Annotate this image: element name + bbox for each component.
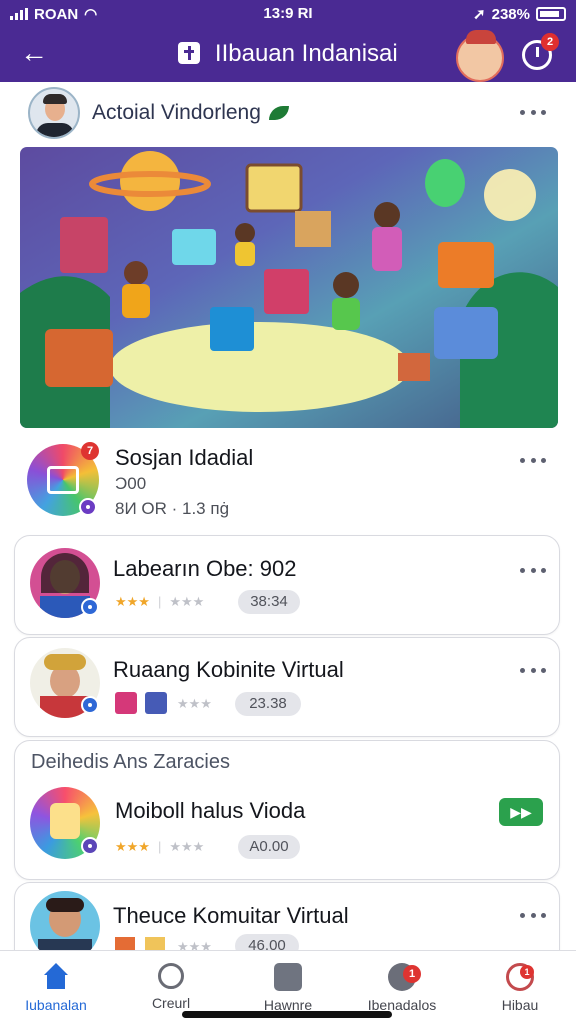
more-options-icon[interactable] (520, 566, 546, 574)
author-name[interactable]: Actoial Vindorleng (92, 101, 289, 125)
play-button[interactable]: ▶▶ (499, 798, 543, 826)
verified-icon (81, 598, 99, 616)
profile-badge: 1 (520, 965, 534, 979)
more-options-icon[interactable] (520, 456, 546, 464)
item-title: Sosjan Idadial (115, 445, 254, 470)
post-header: Actoial Vindorleng (0, 82, 576, 142)
tab-label: Hibau (501, 997, 539, 1013)
menu-icon (81, 837, 99, 855)
rating-stars: ★★★ | ★★★ (115, 839, 205, 854)
author-avatar[interactable] (28, 87, 80, 139)
battery-icon (536, 7, 566, 21)
puzzle-icon (274, 963, 302, 991)
tab-label: Iubanalan (25, 997, 87, 1013)
status-right: ➚ 238% (473, 5, 566, 23)
tab-home[interactable]: Iubanalan (8, 963, 104, 1013)
home-icon (42, 963, 70, 991)
page-title: IIbauan Indanisai (214, 40, 398, 67)
tab-games[interactable]: Hawnre (240, 963, 336, 1013)
more-options-icon[interactable] (520, 911, 546, 919)
mascot-avatar[interactable] (456, 30, 504, 82)
tab-messages[interactable]: Ibenadalos (354, 963, 450, 1013)
tab-label: Creurl (151, 995, 191, 1011)
list-card[interactable]: Labearın Obe: 902 ★★★ | ★★★ 38:34 (14, 535, 560, 635)
section-card: Deihedis Ans Zaracies Moiboll halus Viod… (14, 740, 560, 880)
gear-icon (158, 963, 184, 989)
item-title: Moiboll halus Vioda (115, 798, 306, 823)
item-title: Theuce Komuitar Virtual (113, 903, 349, 928)
tag-icon (145, 692, 167, 714)
app-icon (178, 42, 201, 64)
item-title: Labearın Obe: 902 (113, 556, 297, 581)
time-pill: A0.00 (238, 835, 300, 859)
item-title: Ruaang Kobinite Virtual (113, 657, 344, 682)
hero-illustration[interactable] (20, 147, 558, 428)
notification-badge: 7 (81, 442, 99, 460)
list-item[interactable]: 7 Sosjan Idadial Ɔ00 8И ОR · 1.3 пġ (0, 430, 576, 530)
section-title: Deihedis Ans Zaracies (31, 751, 230, 773)
item-meta: 8И ОR · 1.3 пġ (115, 499, 230, 518)
header: ← IIbauan Indanisai 2 (0, 30, 576, 82)
rating-stars: ★★★ (177, 696, 212, 711)
timer-badge: 2 (541, 33, 559, 51)
hero-art (20, 151, 558, 428)
tag-icon (115, 692, 137, 714)
more-options-icon[interactable] (520, 108, 546, 116)
location-icon: ➚ (473, 6, 486, 23)
tab-create[interactable]: Creurl (123, 963, 219, 1011)
top-app-bar: ROAN ◠ 13:9 RI ➚ 238% ← IIbauan Indanisa… (0, 0, 576, 82)
time-pill: 23.38 (235, 692, 301, 716)
more-options-icon[interactable] (520, 666, 546, 674)
item-meta: Ɔ00 (115, 474, 147, 493)
battery-label: 238% (491, 5, 530, 23)
time-pill: 38:34 (238, 590, 300, 614)
status-bar: ROAN ◠ 13:9 RI ➚ 238% (0, 0, 576, 28)
leaf-icon (268, 106, 289, 120)
home-indicator (182, 1011, 392, 1018)
list-card[interactable]: Ruaang Kobinite Virtual ★★★ 23.38 (14, 637, 560, 737)
message-badge: 1 (403, 965, 421, 983)
verified-icon (81, 696, 99, 714)
timer-icon[interactable]: 2 (522, 33, 559, 70)
add-icon[interactable] (79, 498, 97, 516)
rating-stars: ★★★ | ★★★ (115, 594, 205, 609)
